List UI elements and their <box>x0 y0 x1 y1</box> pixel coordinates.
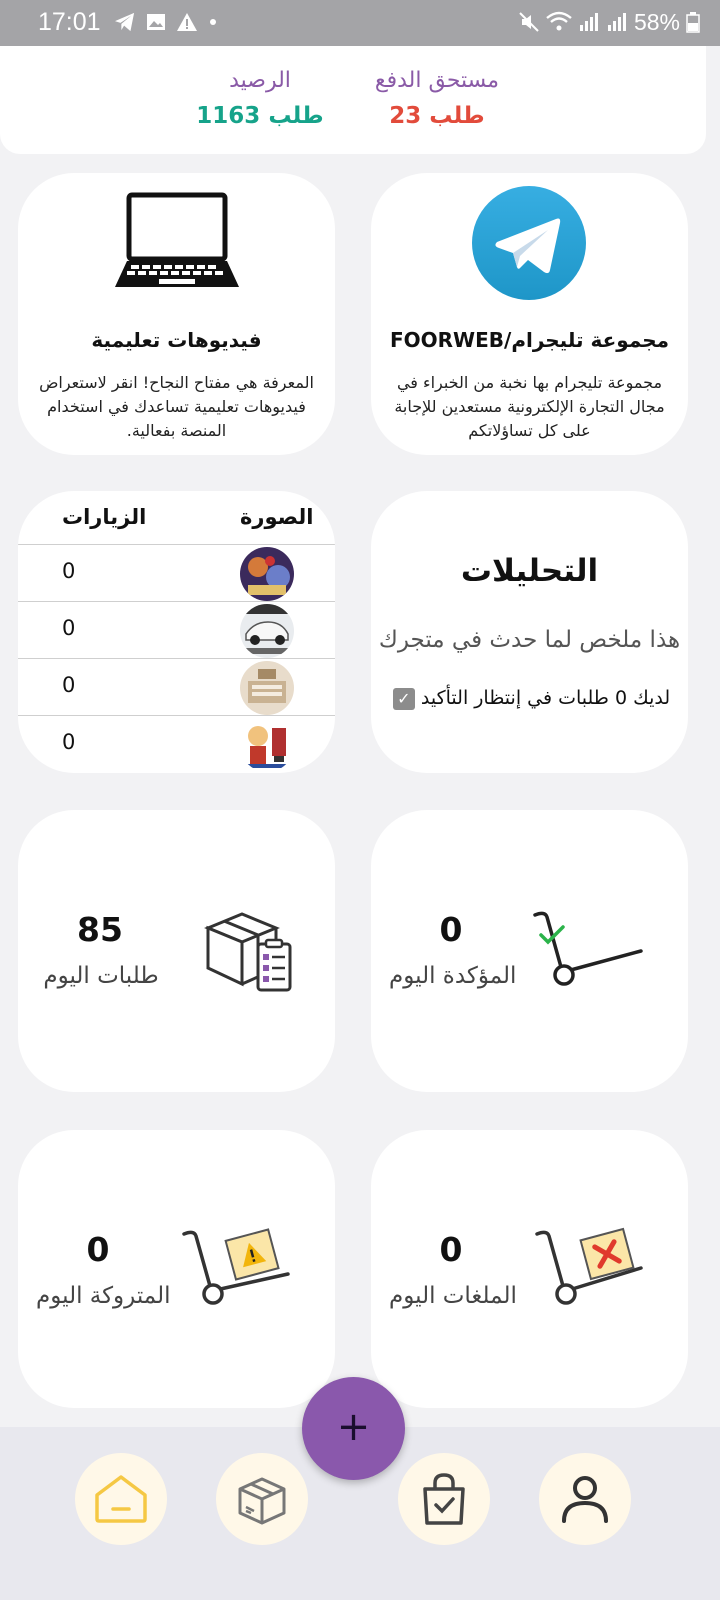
balance-value: 1163 طلب <box>196 103 324 129</box>
product-thumbnail <box>240 718 294 772</box>
image-notification-icon <box>147 14 165 30</box>
status-bar: 17:01 58% <box>0 0 720 46</box>
confirmed-label: المؤكدة اليوم <box>389 963 517 989</box>
cart-check-icon <box>533 911 643 986</box>
telegram-notification-icon <box>115 12 135 32</box>
visits-count: 0 <box>62 730 76 754</box>
visits-count: 0 <box>62 559 76 583</box>
status-time: 17:01 <box>38 8 101 36</box>
abandoned-today-card[interactable]: 0 المتروكة اليوم <box>18 1130 335 1408</box>
due-label: مستحق الدفع <box>374 68 500 93</box>
balance-label: الرصيد <box>229 68 291 93</box>
laptop-icon <box>115 192 239 287</box>
cancelled-label: الملغات اليوم <box>389 1283 517 1309</box>
orders-count: 85 <box>77 910 123 949</box>
table-row[interactable]: 0 <box>18 601 335 658</box>
table-row[interactable]: 0 <box>18 544 335 601</box>
add-button[interactable]: + <box>302 1377 405 1480</box>
analytics-subtitle: هذا ملخص لما حدث في متجرك <box>378 627 681 653</box>
videos-card-description: المعرفة هي مفتاح النجاح! انقر لاستعراض ف… <box>39 373 314 440</box>
signal-icon-2 <box>607 13 626 31</box>
product-thumbnail <box>240 604 294 658</box>
cart-cancel-icon <box>535 1227 643 1305</box>
telegram-icon <box>472 186 586 300</box>
pending-orders: لديك 0 طلبات في إنتظار التأكيد ✓ <box>371 687 688 710</box>
checkbox-icon: ✓ <box>392 687 415 710</box>
nav-orders[interactable] <box>398 1453 490 1545</box>
balance: الرصيد 1163 طلب <box>196 68 324 129</box>
battery-percent: 58% <box>633 8 680 35</box>
telegram-card-title: FOORWEB/مجموعة تليجرام <box>389 328 670 352</box>
mute-icon <box>519 12 539 32</box>
wifi-icon <box>546 11 572 31</box>
nav-profile[interactable] <box>539 1453 631 1545</box>
table-row[interactable]: 0 <box>18 715 335 772</box>
confirmed-count: 0 <box>439 910 463 949</box>
abandoned-label: المتروكة اليوم <box>36 1283 171 1309</box>
analytics-title: التحليلات <box>460 553 599 589</box>
abandoned-count: 0 <box>86 1230 110 1269</box>
system-icons: 58% <box>518 6 700 38</box>
cancelled-today-card[interactable]: 0 الملغات اليوم <box>371 1130 688 1408</box>
home-icon <box>95 1475 147 1523</box>
videos-card-title: فيديوهات تعليمية <box>91 328 262 352</box>
telegram-card-description: مجموعة تليجرام بها نخبة من الخبراء في مج… <box>394 373 665 440</box>
analytics-card: التحليلات هذا ملخص لما حدث في متجرك لديك… <box>371 491 688 773</box>
orders-today-card[interactable]: 85 طلبات اليوم <box>18 810 335 1092</box>
cart-warning-icon <box>182 1228 290 1305</box>
dot-icon <box>210 19 216 25</box>
nav-home[interactable] <box>75 1453 167 1545</box>
shopping-bag-icon <box>423 1473 465 1525</box>
column-header-visits: الزيارات <box>62 505 147 529</box>
signal-icon <box>579 13 598 31</box>
notification-icons <box>114 6 218 38</box>
product-thumbnail <box>240 661 294 715</box>
due-value: 23 طلب <box>389 103 485 129</box>
visits-count: 0 <box>62 616 76 640</box>
confirmed-today-card[interactable]: 0 المؤكدة اليوم <box>371 810 688 1092</box>
warning-notification-icon <box>177 13 197 31</box>
product-visits-table: الصورة الزيارات 0 0 0 0 <box>18 491 335 773</box>
column-header-image: الصورة <box>240 505 314 529</box>
pending-orders-text: لديك 0 طلبات في إنتظار التأكيد <box>420 687 671 709</box>
table-row[interactable]: 0 <box>18 658 335 715</box>
box-clipboard-icon <box>204 912 292 992</box>
user-icon <box>562 1476 608 1523</box>
nav-products[interactable] <box>216 1453 308 1545</box>
due-payment: مستحق الدفع 23 طلب <box>364 68 510 129</box>
telegram-group-card[interactable]: FOORWEB/مجموعة تليجرام مجموعة تليجرام به… <box>371 173 688 455</box>
battery-icon <box>686 12 700 33</box>
product-thumbnail <box>240 547 294 601</box>
orders-label: طلبات اليوم <box>43 963 159 989</box>
tutorial-videos-card[interactable]: فيديوهات تعليمية المعرفة هي مفتاح النجاح… <box>18 173 335 455</box>
visits-count: 0 <box>62 673 76 697</box>
box-icon <box>238 1477 286 1525</box>
cancelled-count: 0 <box>439 1230 463 1269</box>
balance-card: مستحق الدفع 23 طلب الرصيد 1163 طلب <box>0 46 706 154</box>
